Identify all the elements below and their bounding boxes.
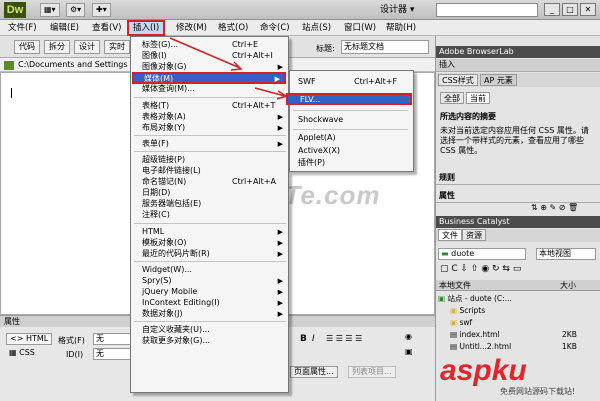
annotation-arrows (169, 37, 288, 100)
arrow-insert-to-media (169, 37, 241, 69)
